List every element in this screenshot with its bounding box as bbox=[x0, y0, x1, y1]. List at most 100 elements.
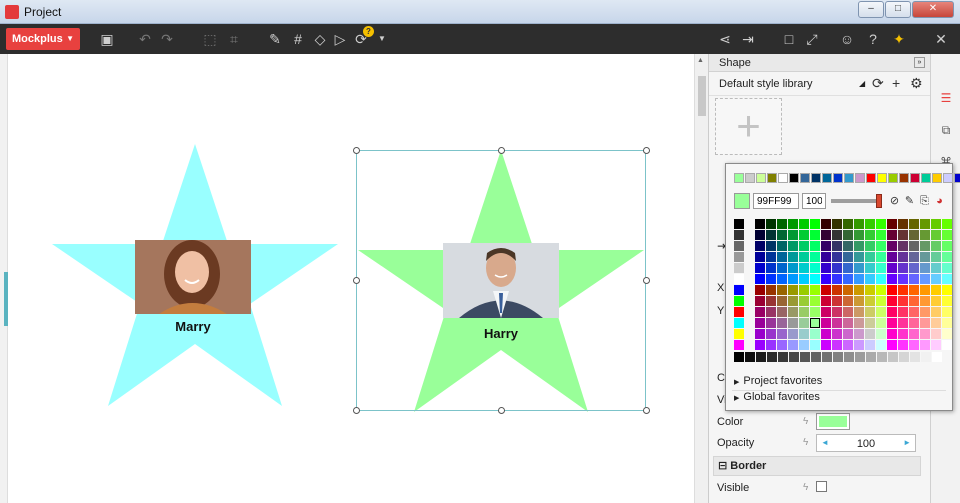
color-grid-swatch[interactable] bbox=[887, 307, 897, 317]
basic-color-swatch[interactable] bbox=[734, 329, 744, 339]
color-grid-swatch[interactable] bbox=[854, 219, 864, 229]
paint-bucket-icon[interactable]: ◇ bbox=[311, 30, 329, 48]
color-grid-swatch[interactable] bbox=[865, 285, 875, 295]
alpha-slider-thumb[interactable] bbox=[876, 194, 882, 208]
color-grid-swatch[interactable] bbox=[766, 263, 776, 273]
color-grid-swatch[interactable] bbox=[843, 285, 853, 295]
recent-color-swatch[interactable] bbox=[877, 173, 887, 183]
color-grid-swatch[interactable] bbox=[898, 340, 908, 350]
basic-color-swatch[interactable] bbox=[734, 296, 744, 306]
color-grid-swatch[interactable] bbox=[909, 307, 919, 317]
eyedropper-icon[interactable]: ✎ bbox=[903, 194, 916, 208]
color-grid-swatch[interactable] bbox=[843, 296, 853, 306]
color-grid-swatch[interactable] bbox=[909, 318, 919, 328]
basic-color-swatch[interactable] bbox=[734, 274, 744, 284]
color-grid-swatch[interactable] bbox=[942, 263, 952, 273]
photo-marry[interactable] bbox=[135, 240, 251, 314]
color-grid-swatch[interactable] bbox=[887, 219, 897, 229]
color-grid-swatch[interactable] bbox=[920, 307, 930, 317]
color-grid-swatch[interactable] bbox=[799, 263, 809, 273]
color-grid-swatch[interactable] bbox=[865, 241, 875, 251]
color-grid-swatch[interactable] bbox=[865, 340, 875, 350]
color-grid-swatch[interactable] bbox=[832, 263, 842, 273]
grayscale-swatch[interactable] bbox=[800, 352, 810, 362]
color-grid-swatch[interactable] bbox=[876, 285, 886, 295]
grayscale-swatch[interactable] bbox=[822, 352, 832, 362]
color-grid-swatch[interactable] bbox=[810, 296, 820, 306]
color-grid-swatch[interactable] bbox=[909, 241, 919, 251]
color-grid-swatch[interactable] bbox=[876, 296, 886, 306]
recent-color-swatch[interactable] bbox=[789, 173, 799, 183]
color-grid-swatch[interactable] bbox=[898, 230, 908, 240]
mockplus-menu-button[interactable]: Mockplus ▼ bbox=[6, 28, 80, 50]
color-grid-swatch[interactable] bbox=[777, 274, 787, 284]
share-icon[interactable]: ⋖ bbox=[716, 30, 734, 48]
color-grid-swatch[interactable] bbox=[865, 318, 875, 328]
recent-color-swatch[interactable] bbox=[888, 173, 898, 183]
color-grid-swatch[interactable] bbox=[810, 263, 820, 273]
color-grid-swatch[interactable] bbox=[887, 285, 897, 295]
color-grid-swatch[interactable] bbox=[766, 230, 776, 240]
color-grid-swatch[interactable] bbox=[788, 329, 798, 339]
help-icon[interactable]: ? bbox=[864, 30, 882, 48]
color-grid-swatch[interactable] bbox=[843, 274, 853, 284]
grayscale-swatch[interactable] bbox=[734, 352, 744, 362]
color-grid-swatch[interactable] bbox=[821, 230, 831, 240]
basic-color-swatch[interactable] bbox=[734, 340, 744, 350]
color-grid-swatch[interactable] bbox=[865, 252, 875, 262]
recent-color-swatch[interactable] bbox=[921, 173, 931, 183]
color-grid-swatch[interactable] bbox=[876, 307, 886, 317]
color-grid-swatch[interactable] bbox=[810, 241, 820, 251]
color-grid-swatch[interactable] bbox=[832, 329, 842, 339]
resize-handle-bottom-left[interactable] bbox=[353, 407, 360, 414]
color-grid-swatch[interactable] bbox=[854, 252, 864, 262]
color-grid-swatch[interactable] bbox=[799, 296, 809, 306]
color-grid-swatch[interactable] bbox=[821, 241, 831, 251]
color-grid-swatch[interactable] bbox=[810, 307, 820, 317]
color-grid-swatch[interactable] bbox=[865, 307, 875, 317]
basic-color-swatch[interactable] bbox=[734, 230, 744, 240]
color-grid-swatch[interactable] bbox=[865, 274, 875, 284]
color-grid-swatch[interactable] bbox=[898, 329, 908, 339]
alpha-input[interactable] bbox=[802, 193, 826, 209]
grayscale-swatch[interactable] bbox=[877, 352, 887, 362]
color-grid-swatch[interactable] bbox=[931, 329, 941, 339]
color-swatch-field[interactable] bbox=[816, 413, 850, 430]
color-grid-swatch[interactable] bbox=[777, 296, 787, 306]
color-grid-swatch[interactable] bbox=[898, 252, 908, 262]
color-grid-swatch[interactable] bbox=[832, 307, 842, 317]
color-grid-swatch[interactable] bbox=[931, 318, 941, 328]
color-grid-swatch[interactable] bbox=[821, 318, 831, 328]
color-grid-swatch[interactable] bbox=[898, 219, 908, 229]
color-grid-swatch[interactable] bbox=[755, 241, 765, 251]
color-grid-swatch[interactable] bbox=[931, 340, 941, 350]
recent-color-swatch[interactable] bbox=[800, 173, 810, 183]
grayscale-swatch[interactable] bbox=[844, 352, 854, 362]
color-grid-swatch[interactable] bbox=[755, 340, 765, 350]
color-grid-swatch[interactable] bbox=[766, 318, 776, 328]
color-wheel-icon[interactable]: ◕ bbox=[933, 194, 946, 208]
color-grid-swatch[interactable] bbox=[942, 340, 952, 350]
color-grid-swatch[interactable] bbox=[843, 329, 853, 339]
recent-color-swatch[interactable] bbox=[866, 173, 876, 183]
color-grid-swatch[interactable] bbox=[777, 340, 787, 350]
resize-handle-top[interactable] bbox=[498, 147, 505, 154]
color-grid-swatch[interactable] bbox=[832, 230, 842, 240]
border-visible-checkbox[interactable] bbox=[816, 481, 827, 492]
grayscale-swatch[interactable] bbox=[921, 352, 931, 362]
color-grid-swatch[interactable] bbox=[876, 263, 886, 273]
scroll-thumb[interactable] bbox=[698, 76, 706, 116]
color-grid-swatch[interactable] bbox=[766, 285, 776, 295]
color-grid-swatch[interactable] bbox=[920, 274, 930, 284]
color-grid-swatch[interactable] bbox=[843, 340, 853, 350]
color-grid-swatch[interactable] bbox=[821, 307, 831, 317]
grayscale-swatch[interactable] bbox=[789, 352, 799, 362]
lightning-icon[interactable]: ϟ bbox=[803, 416, 808, 427]
color-grid-swatch[interactable] bbox=[887, 263, 897, 273]
hex-color-input[interactable] bbox=[753, 193, 799, 209]
copy-icon[interactable]: ⎘ bbox=[918, 194, 931, 208]
color-grid-swatch[interactable] bbox=[854, 307, 864, 317]
color-grid-swatch[interactable] bbox=[909, 296, 919, 306]
color-grid-swatch[interactable] bbox=[799, 318, 809, 328]
color-grid-swatch[interactable] bbox=[854, 285, 864, 295]
